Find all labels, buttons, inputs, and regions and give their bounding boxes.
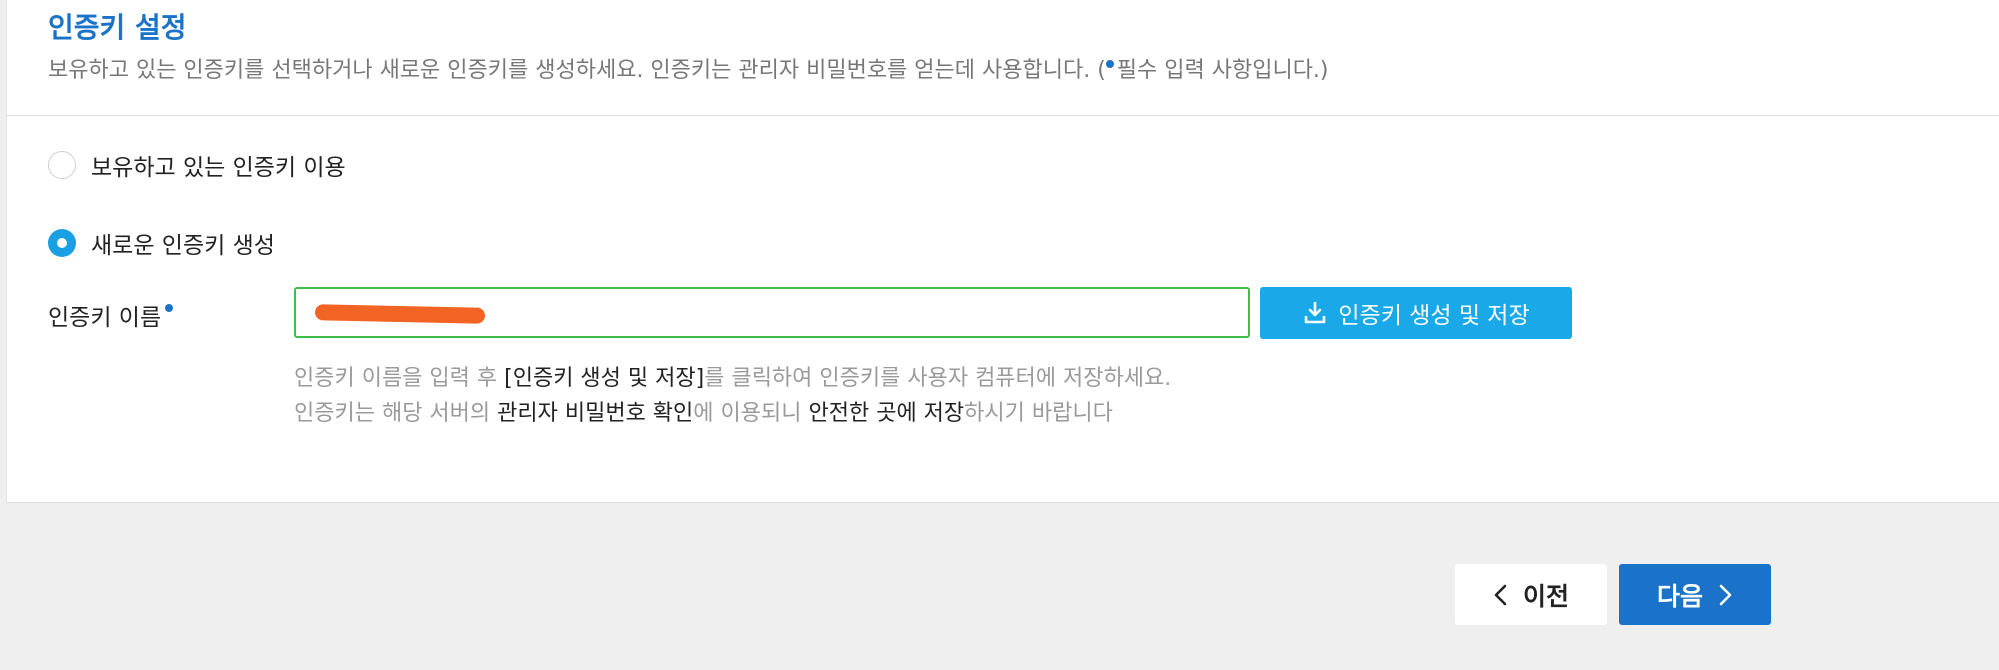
radio-new-key-circle[interactable]	[48, 229, 76, 257]
key-name-input[interactable]	[294, 287, 1250, 338]
generate-and-save-key-label: 인증키 생성 및 저장	[1338, 303, 1530, 329]
help-text: 인증키는 해당 서버의	[294, 401, 498, 426]
radio-new-key[interactable]: 새로운 인증키 생성	[48, 226, 275, 260]
required-note: 필수 입력 사항입니다.)	[1116, 58, 1329, 83]
divider	[7, 115, 1999, 116]
prev-button[interactable]: 이전	[1455, 564, 1607, 625]
help-text: 인증키 이름을 입력 후	[294, 366, 505, 391]
help-emphasis: 관리자 비밀번호 확인	[497, 401, 694, 426]
help-line-2: 인증키는 해당 서버의 관리자 비밀번호 확인에 이용되니 안전한 곳에 저장하…	[294, 395, 1113, 427]
help-text: 에 이용되니	[693, 401, 809, 426]
required-dot-icon	[1105, 60, 1114, 68]
key-name-label-text: 인증키 이름	[48, 305, 162, 331]
radio-existing-key[interactable]: 보유하고 있는 인증키 이용	[48, 148, 346, 182]
next-button[interactable]: 다음	[1619, 564, 1771, 625]
radio-existing-key-label: 보유하고 있는 인증키 이용	[91, 155, 346, 181]
help-line-1: 인증키 이름을 입력 후 [인증키 생성 및 저장]를 클릭하여 인증키를 사용…	[294, 360, 1171, 392]
page-description: 보유하고 있는 인증키를 선택하거나 새로운 인증키를 생성하세요. 인증키는 …	[48, 52, 1329, 84]
help-text: 하시기 바랍니다	[964, 401, 1113, 426]
chevron-left-icon	[1494, 584, 1507, 605]
description-text: 보유하고 있는 인증키를 선택하거나 새로운 인증키를 생성하세요. 인증키는 …	[48, 58, 1106, 83]
key-name-label: 인증키 이름	[48, 298, 174, 332]
help-text: 를 클릭하여 인증키를 사용자 컴퓨터에 저장하세요.	[704, 366, 1172, 391]
download-icon	[1305, 301, 1326, 324]
help-emphasis: [인증키 생성 및 저장]	[504, 366, 705, 391]
page-title: 인증키 설정	[48, 11, 187, 44]
radio-existing-key-circle[interactable]	[48, 151, 76, 179]
next-button-label: 다음	[1656, 581, 1703, 611]
prev-button-label: 이전	[1522, 581, 1569, 611]
generate-and-save-key-button[interactable]: 인증키 생성 및 저장	[1260, 287, 1572, 339]
key-settings-panel: 인증키 설정 보유하고 있는 인증키를 선택하거나 새로운 인증키를 생성하세요…	[6, 0, 1999, 503]
required-dot-icon	[165, 304, 174, 312]
redacted-value	[314, 304, 486, 324]
help-emphasis: 안전한 곳에 저장	[808, 401, 965, 426]
radio-new-key-label: 새로운 인증키 생성	[91, 233, 275, 259]
chevron-right-icon	[1719, 584, 1732, 605]
